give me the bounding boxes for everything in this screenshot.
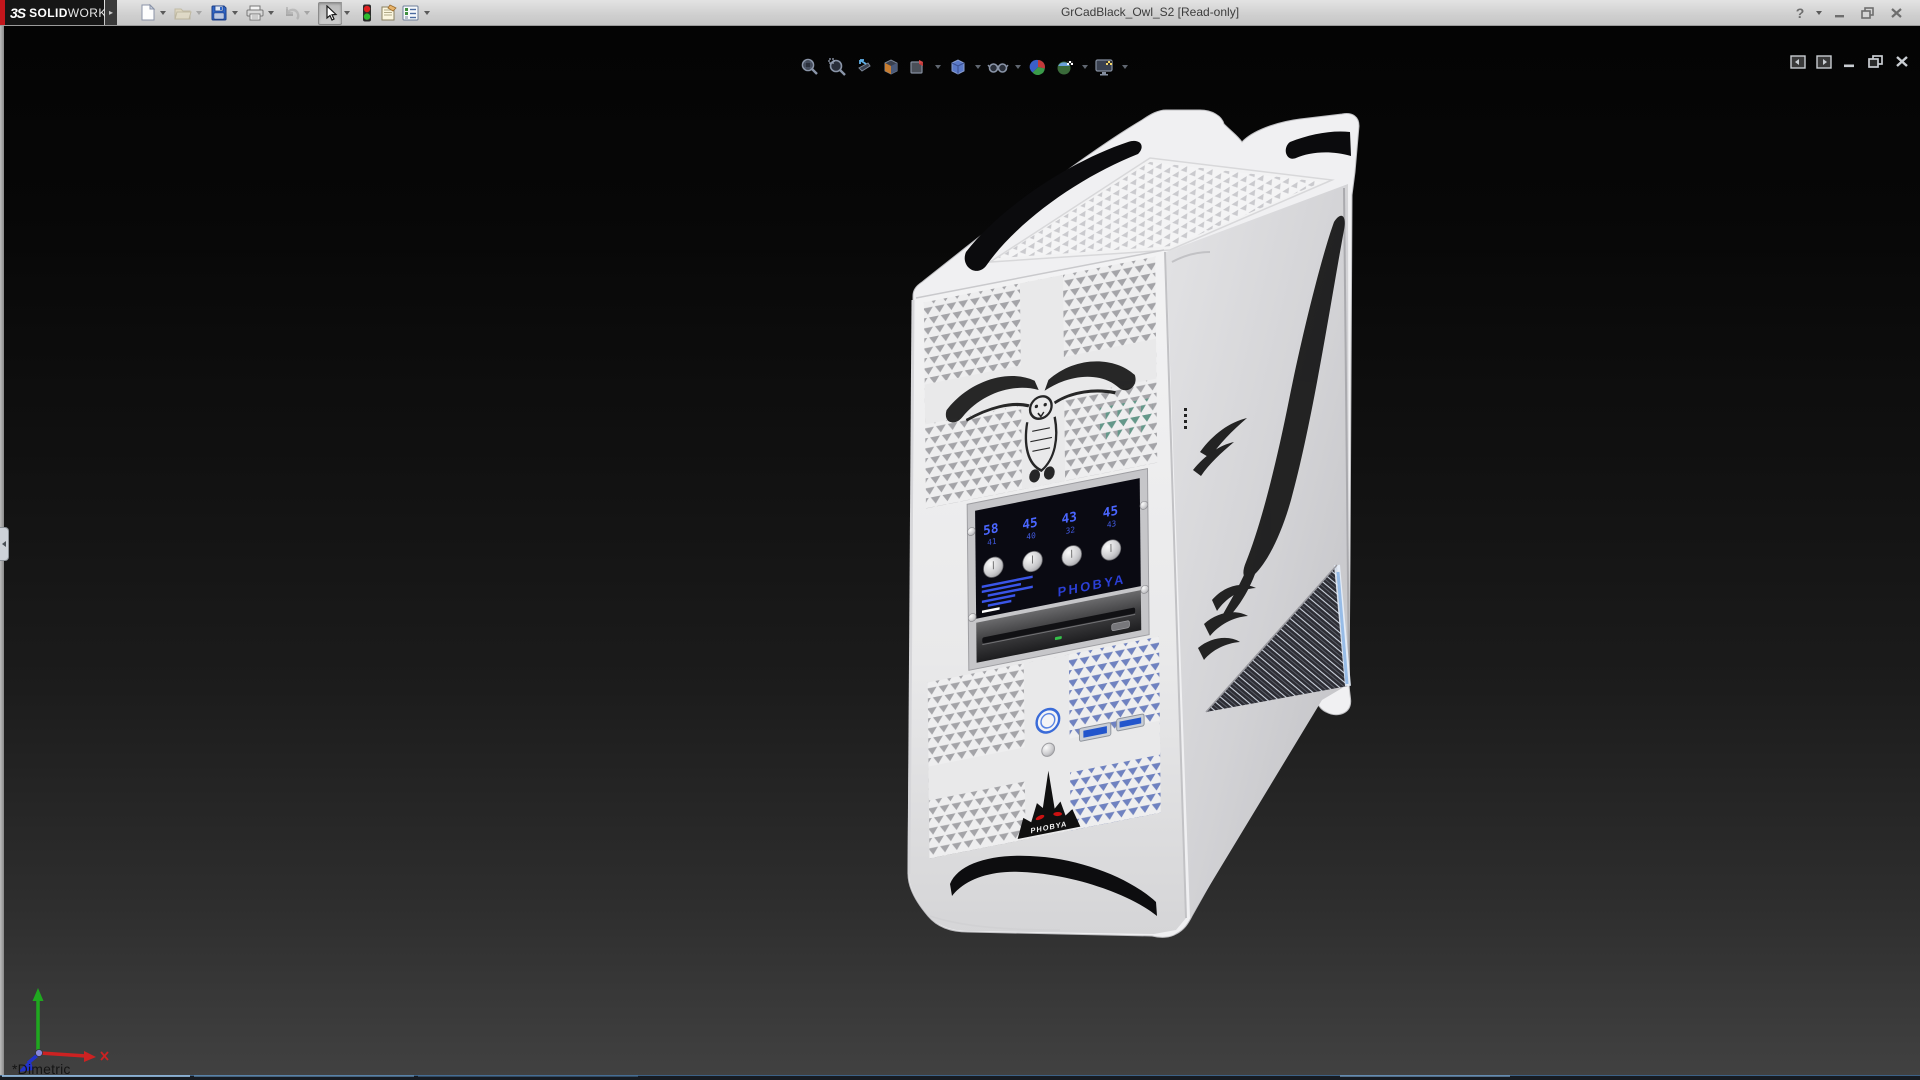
section-view-icon xyxy=(881,57,901,77)
edit-appearance-button[interactable] xyxy=(1026,55,1050,79)
previous-view-button[interactable] xyxy=(852,55,876,79)
hide-show-items-dropdown[interactable] xyxy=(1013,55,1023,79)
svg-text:41: 41 xyxy=(987,537,997,548)
triad-y-axis xyxy=(33,988,44,1001)
apply-scene-icon xyxy=(1055,57,1075,77)
print-dropdown[interactable] xyxy=(266,2,276,23)
heads-up-view-toolbar xyxy=(798,54,1130,80)
taskbar-sliver xyxy=(0,1075,1920,1080)
rebuild-traffic-light-icon xyxy=(362,4,372,22)
help-button[interactable]: ? xyxy=(1788,3,1812,22)
rebuild-button[interactable] xyxy=(356,2,378,23)
undo-button[interactable] xyxy=(280,2,302,23)
child-restore-button[interactable] xyxy=(1867,54,1884,69)
show-right-pane-button[interactable] xyxy=(1815,54,1832,69)
zoom-to-fit-icon xyxy=(800,57,820,77)
help-dropdown[interactable] xyxy=(1814,2,1824,23)
taskbar-segment xyxy=(2,1075,190,1077)
close-icon xyxy=(1890,7,1903,19)
ds-logo-mark: 3S xyxy=(10,5,25,21)
taskbar-segment xyxy=(1340,1075,1510,1077)
child-minimize-button[interactable] xyxy=(1841,54,1858,69)
display-style-dropdown[interactable] xyxy=(973,55,983,79)
save-button[interactable] xyxy=(208,2,230,23)
svg-text:43: 43 xyxy=(1107,519,1117,530)
taskbar-segment xyxy=(418,1075,638,1077)
taskbar-segment xyxy=(194,1075,414,1077)
solidworks-window: 3S SOLIDWORKS ▸ xyxy=(0,0,1920,1080)
select-tool-button[interactable] xyxy=(318,2,342,25)
file-properties-icon xyxy=(380,4,398,21)
view-settings-icon xyxy=(1094,57,1116,77)
hide-show-items-button[interactable] xyxy=(986,55,1010,79)
save-dropdown[interactable] xyxy=(230,2,240,23)
select-tool-dropdown[interactable] xyxy=(341,2,352,23)
zoom-to-area-button[interactable] xyxy=(825,55,849,79)
child-restore-icon xyxy=(1868,55,1883,68)
svg-text:32: 32 xyxy=(1066,525,1076,536)
triad-x-axis xyxy=(84,1051,96,1062)
document-window-controls xyxy=(1789,54,1910,69)
svg-text:40: 40 xyxy=(1026,531,1036,542)
new-document-icon xyxy=(139,4,156,21)
view-settings-dropdown[interactable] xyxy=(1120,55,1130,79)
view-orientation-button[interactable] xyxy=(906,55,930,79)
options-dropdown[interactable] xyxy=(422,2,432,23)
restore-icon xyxy=(1861,7,1875,19)
logo-accent xyxy=(0,0,5,25)
title-bar: 3S SOLIDWORKS ▸ xyxy=(0,0,1920,26)
undo-dropdown[interactable] xyxy=(302,2,312,23)
open-document-icon xyxy=(174,5,192,21)
show-right-pane-icon xyxy=(1816,55,1832,69)
case-side-panel xyxy=(1166,184,1349,918)
menu-flyout-arrow[interactable]: ▸ xyxy=(105,0,117,25)
close-button[interactable] xyxy=(1884,3,1908,22)
print-icon xyxy=(246,5,264,21)
zoom-to-area-icon xyxy=(827,57,847,77)
graphics-viewport[interactable]: 58 41 45 40 43 32 45 43 xyxy=(0,25,1920,1075)
orientation-triad xyxy=(18,988,108,1072)
show-left-pane-icon xyxy=(1790,55,1806,69)
open-document-dropdown[interactable] xyxy=(194,2,204,23)
section-view-button[interactable] xyxy=(879,55,903,79)
select-arrow-icon xyxy=(323,5,338,22)
options-icon xyxy=(402,5,420,21)
pc-case-model: 58 41 45 40 43 32 45 43 xyxy=(908,110,1359,937)
print-button[interactable] xyxy=(244,2,266,23)
new-document-dropdown[interactable] xyxy=(158,2,168,23)
brand-name-bold: SOLID xyxy=(29,6,68,20)
child-close-icon xyxy=(1895,55,1909,68)
case-front-panel: 58 41 45 40 43 32 45 43 xyxy=(909,250,1186,934)
show-left-pane-button[interactable] xyxy=(1789,54,1806,69)
save-icon xyxy=(211,5,227,21)
restore-button[interactable] xyxy=(1856,3,1880,22)
minimize-button[interactable] xyxy=(1828,3,1852,22)
options-button[interactable] xyxy=(400,2,422,23)
solidworks-logo: 3S SOLIDWORKS xyxy=(0,0,104,25)
display-style-button[interactable] xyxy=(946,55,970,79)
child-minimize-icon xyxy=(1843,56,1856,68)
display-style-icon xyxy=(948,57,968,77)
minimize-icon xyxy=(1834,7,1846,19)
apply-scene-button[interactable] xyxy=(1053,55,1077,79)
new-document-button[interactable] xyxy=(136,2,158,23)
view-orientation-dropdown[interactable] xyxy=(933,55,943,79)
view-orientation-icon xyxy=(908,57,928,77)
hide-show-items-icon xyxy=(987,57,1009,77)
open-document-button[interactable] xyxy=(172,2,194,23)
apply-scene-dropdown[interactable] xyxy=(1080,55,1090,79)
undo-icon xyxy=(283,5,300,21)
zoom-to-fit-button[interactable] xyxy=(798,55,822,79)
document-title: GrCadBlack_Owl_S2 [Read-only] xyxy=(1020,0,1280,25)
model-scene: 58 41 45 40 43 32 45 43 xyxy=(0,0,1920,1080)
view-settings-button[interactable] xyxy=(1093,55,1117,79)
fan-controller-bay: 58 41 45 40 43 32 45 43 xyxy=(967,469,1149,671)
child-close-button[interactable] xyxy=(1893,54,1910,69)
feature-manager-expand-tab[interactable] xyxy=(0,527,9,561)
file-properties-button[interactable] xyxy=(378,2,400,23)
previous-view-icon xyxy=(854,57,874,77)
edit-appearance-icon xyxy=(1028,57,1048,77)
